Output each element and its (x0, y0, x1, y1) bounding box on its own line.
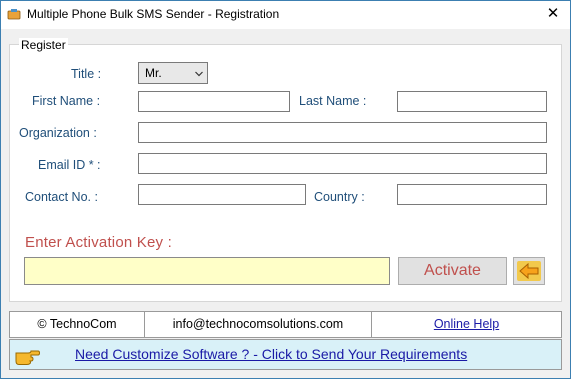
footer-row: © TechnoCom info@technocomsolutions.com … (9, 311, 562, 338)
organization-field[interactable] (138, 122, 547, 143)
first-name-label: First Name : (32, 94, 101, 108)
activate-button[interactable]: Activate (398, 257, 507, 285)
last-name-field[interactable] (397, 91, 547, 112)
activation-key-field[interactable] (24, 257, 390, 285)
title-select-value: Mr. (145, 66, 162, 80)
activation-key-label: Enter Activation Key : (25, 234, 172, 251)
window-title: Multiple Phone Bulk SMS Sender - Registr… (27, 7, 280, 21)
online-help-link[interactable]: Online Help (372, 312, 561, 337)
close-icon: ✕ (546, 5, 560, 22)
contact-label: Contact No. : (25, 190, 98, 204)
first-name-field[interactable] (138, 91, 290, 112)
registration-window: Multiple Phone Bulk SMS Sender - Registr… (0, 0, 571, 379)
title-bar[interactable]: Multiple Phone Bulk SMS Sender - Registr… (1, 1, 570, 29)
country-label: Country : (314, 190, 365, 204)
title-select[interactable]: Mr. (138, 62, 208, 84)
chevron-down-icon (195, 71, 203, 77)
pointing-hand-icon (15, 350, 40, 365)
title-label: Title : (71, 67, 102, 81)
support-email: info@technocomsolutions.com (172, 317, 344, 331)
last-name-label: Last Name : (299, 94, 367, 108)
register-legend: Register (19, 38, 68, 52)
country-field[interactable] (397, 184, 547, 205)
back-button[interactable] (513, 257, 545, 285)
close-button[interactable]: ✕ (536, 1, 570, 29)
send-requirements-link[interactable]: Need Customize Software ? - Click to Sen… (75, 346, 467, 362)
contact-field[interactable] (138, 184, 306, 205)
requirements-bar: Need Customize Software ? - Click to Sen… (9, 339, 562, 370)
organization-label: Organization : (19, 126, 97, 140)
email-label: Email ID * : (38, 158, 101, 172)
copyright-text: © TechnoCom (37, 317, 117, 331)
email-field[interactable] (138, 153, 547, 174)
back-arrow-icon (517, 261, 541, 281)
sms-app-icon (7, 8, 21, 20)
